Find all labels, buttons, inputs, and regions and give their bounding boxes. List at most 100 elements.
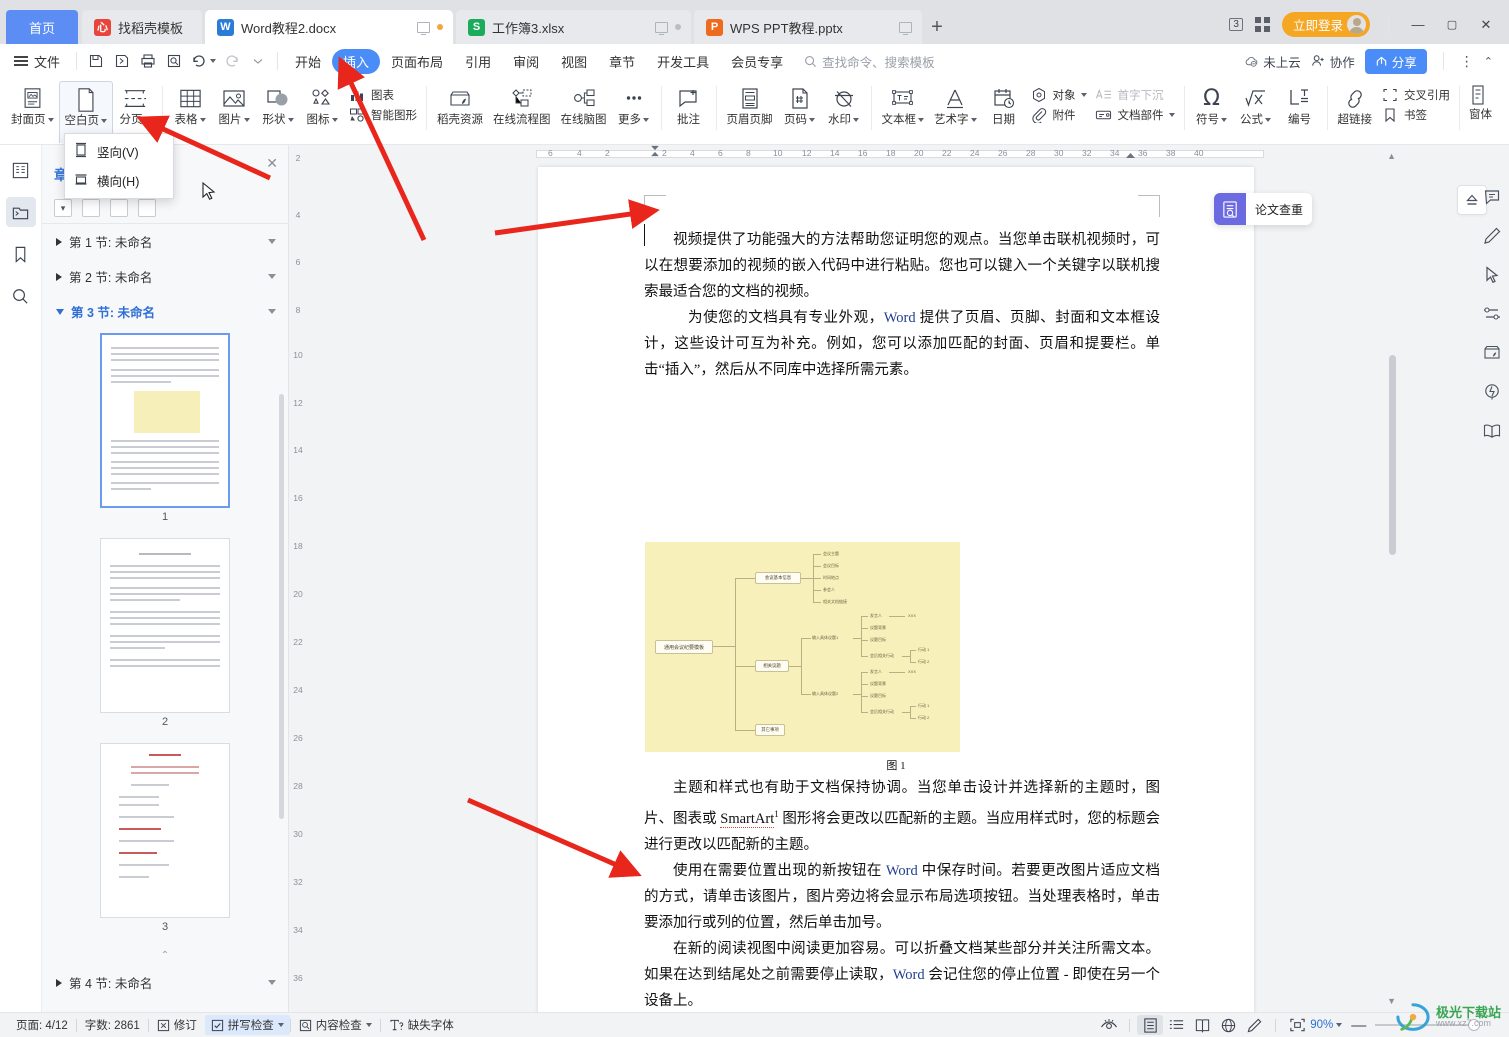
chevron-down-icon[interactable] <box>1221 118 1227 122</box>
formula-button[interactable]: 公式 <box>1234 81 1278 127</box>
collapse-ribbon-button[interactable]: ⌃ <box>1484 55 1493 68</box>
docer-resource-button[interactable]: 稻壳资源 <box>432 81 488 127</box>
edit-view-button[interactable] <box>1241 1015 1267 1035</box>
form-button[interactable] <box>1469 85 1492 105</box>
chevron-down-icon[interactable] <box>365 1023 372 1027</box>
scrollbar-thumb[interactable] <box>1389 355 1396 555</box>
nav-dropdown-icon[interactable]: ▾ <box>54 199 72 217</box>
share-button[interactable]: 分享 <box>1364 48 1427 74</box>
chevron-down-icon[interactable] <box>268 980 276 985</box>
chevron-down-icon[interactable] <box>643 118 649 122</box>
customize-toolbar-icon[interactable] <box>245 49 271 73</box>
picture-button[interactable]: 图片 <box>212 81 256 127</box>
nav-section-4[interactable]: 第 4 节: 未命名 <box>42 965 288 1000</box>
missing-font-indicator[interactable]: 缺失字体 <box>381 1017 462 1033</box>
close-button[interactable]: ✕ <box>1475 15 1497 35</box>
drop-cap-button[interactable]: 首字下沉 <box>1095 86 1175 104</box>
document-page[interactable]: 视频提供了功能强大的方法帮助您证明您的观点。当您单击联机视频时，可以在想要添加的… <box>538 167 1254 1012</box>
bookmark-panel-button[interactable] <box>6 239 36 269</box>
new-tab-button[interactable]: + <box>922 10 952 44</box>
document-scrollbar[interactable]: ▲ ▼ <box>1386 145 1399 1012</box>
login-button[interactable]: 立即登录 <box>1281 12 1370 37</box>
chevron-down-icon[interactable] <box>47 118 54 122</box>
zoom-level-label[interactable]: 90% <box>1310 1019 1333 1031</box>
right-indent-marker-icon[interactable] <box>1125 146 1136 159</box>
textbox-button[interactable]: 文本框 <box>877 81 930 127</box>
chevron-down-icon[interactable] <box>243 118 250 122</box>
maximize-button[interactable]: ▢ <box>1441 15 1463 35</box>
save-as-icon[interactable] <box>109 49 135 73</box>
doc-parts-button[interactable]: 文档部件 <box>1095 106 1175 124</box>
chart-button[interactable]: 图表 <box>348 86 417 104</box>
focus-eye-button[interactable] <box>1096 1015 1122 1035</box>
chevron-down-icon[interactable] <box>853 118 859 122</box>
page-thumbnail[interactable] <box>100 538 230 713</box>
wordart-button[interactable]: 艺术字 <box>929 81 982 127</box>
chevron-down-icon[interactable] <box>970 118 977 122</box>
hyperlink-button[interactable]: 超链接 <box>1333 81 1378 127</box>
scroll-up-arrow-icon[interactable]: ▲ <box>1387 151 1396 161</box>
fullscreen-button[interactable] <box>1284 1015 1310 1035</box>
chevron-down-icon[interactable] <box>144 118 151 122</box>
screen-count-icon[interactable]: 3 <box>1229 18 1243 31</box>
chevron-down-icon[interactable] <box>1265 118 1271 122</box>
blank-page-dropdown-menu[interactable]: 竖向(V) 横向(H) <box>64 133 174 199</box>
section-navigation-button[interactable] <box>5 197 36 227</box>
chevron-down-icon[interactable] <box>287 118 294 122</box>
web-view-button[interactable] <box>1215 1015 1241 1035</box>
menu-item-landscape[interactable]: 横向(H) <box>65 166 173 195</box>
nav-section-5[interactable]: 第 5 节: 未命名 <box>42 1000 288 1012</box>
pen-icon[interactable] <box>1480 224 1504 248</box>
bookmark-button[interactable]: 书签 <box>1381 106 1450 124</box>
settings-slider-icon[interactable] <box>1480 302 1504 326</box>
zoom-out-button[interactable]: — <box>1348 1017 1369 1034</box>
spellcheck-toggle[interactable]: 拼写检查 <box>204 1015 290 1035</box>
triangle-down-icon[interactable] <box>56 308 64 315</box>
more-insert-button[interactable]: 更多 <box>612 81 656 127</box>
mindmap-figure[interactable]: 通用会议纪要模板 会议基本信息 会议主题 会议目标 时间地点 参会人 相关文档链… <box>645 542 960 752</box>
page-thumbnail[interactable] <box>100 333 230 508</box>
chevron-down-icon[interactable] <box>268 239 276 244</box>
icons-button[interactable]: 图标 <box>300 81 344 127</box>
chevron-down-icon[interactable] <box>1080 93 1087 97</box>
page-break-button[interactable]: 分页 <box>113 81 157 127</box>
more-options-button[interactable]: ⋮ <box>1460 53 1474 70</box>
collapse-thumbnails-icon[interactable]: ⌃ <box>161 948 169 963</box>
revision-toggle[interactable]: 修订 <box>149 1017 205 1033</box>
online-flowchart-button[interactable]: 在线流程图 <box>488 81 556 127</box>
cast-icon[interactable] <box>899 21 912 35</box>
table-button[interactable]: 表格 <box>168 81 212 127</box>
read-icon[interactable] <box>1480 419 1504 443</box>
cover-page-button[interactable]: 封面页 <box>6 81 59 127</box>
watermark-button[interactable]: 水印 <box>822 81 866 127</box>
smartart-button[interactable]: 智能图形 <box>348 106 417 124</box>
page-thumbnail[interactable] <box>100 743 230 918</box>
menu-item-portrait[interactable]: 竖向(V) <box>65 137 173 166</box>
page-indicator[interactable]: 页面: 4/12 <box>8 1017 76 1033</box>
word-count-indicator[interactable]: 字数: 2861 <box>77 1017 148 1033</box>
tab-chapter[interactable]: 章节 <box>598 49 646 74</box>
chevron-down-icon[interactable] <box>101 119 107 123</box>
app-grid-icon[interactable] <box>1254 17 1270 32</box>
content-check-toggle[interactable]: 内容检查 <box>291 1017 380 1033</box>
document-text[interactable]: 视频提供了功能强大的方法帮助您证明您的观点。当您单击联机视频时，可以在想要添加的… <box>644 227 1160 383</box>
skill-icon[interactable] <box>1480 380 1504 404</box>
search-panel-button[interactable] <box>6 281 36 311</box>
tab-page-layout[interactable]: 页面布局 <box>380 49 454 74</box>
nav-section-3[interactable]: 第 3 节: 未命名 <box>42 294 288 329</box>
nav-page-tool-1-icon[interactable] <box>82 199 100 217</box>
tab-references[interactable]: 引用 <box>454 49 502 74</box>
nav-section-1[interactable]: 第 1 节: 未命名 <box>42 224 288 259</box>
tab-member-exclusive[interactable]: 会员专享 <box>720 49 794 74</box>
read-view-button[interactable] <box>1189 1015 1215 1035</box>
page-number-button[interactable]: 页码 <box>778 81 822 127</box>
attachment-button[interactable]: 附件 <box>1030 106 1087 124</box>
tab-word-document[interactable]: W Word教程2.docx <box>205 10 453 44</box>
tab-developer-tools[interactable]: 开发工具 <box>646 49 720 74</box>
chevron-down-icon[interactable] <box>199 118 206 122</box>
nav-page-tool-3-icon[interactable] <box>138 199 156 217</box>
triangle-right-icon[interactable] <box>56 237 62 246</box>
collaborate-button[interactable]: 协作 <box>1311 52 1355 71</box>
vertical-ruler[interactable]: 2 4 6 8 10 12 14 16 18 20 22 24 26 28 30… <box>289 145 311 1031</box>
file-menu-button[interactable]: 文件 <box>8 52 70 71</box>
